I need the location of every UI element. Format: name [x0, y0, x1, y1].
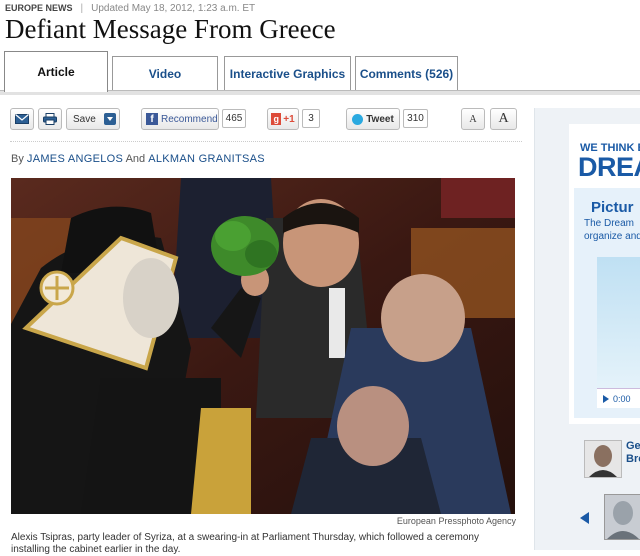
section-label[interactable]: EUROPE NEWS [5, 3, 73, 13]
recommend-label: Recommend [161, 113, 218, 125]
author-link[interactable]: ALKMAN GRANITSAS [148, 153, 265, 165]
recommend-count: 465 [222, 109, 246, 128]
font-increase-button[interactable]: A [490, 108, 517, 130]
person-name-line1: Ge [626, 440, 640, 452]
ad-text-line2: DREA [578, 152, 640, 182]
byline-conjunction: And [125, 153, 146, 165]
google-plus-button[interactable]: g +1 [267, 108, 299, 130]
font-decrease-button[interactable]: A [461, 108, 485, 130]
byline-divider [10, 141, 522, 142]
article-photo [11, 178, 515, 514]
tab-interactive-graphics[interactable]: Interactive Graphics [224, 56, 351, 90]
print-button[interactable] [38, 108, 62, 130]
updated-timestamp: Updated May 18, 2012, 1:23 a.m. ET [91, 3, 256, 14]
person-name-line2: Bro [626, 453, 640, 465]
tab-video[interactable]: Video [112, 56, 218, 90]
advertisement[interactable]: WE THINK BE DREA Pictur The Dream organi… [569, 124, 640, 424]
share-toolbar: Save f Recommend 465 g +1 3 Tweet 310 A … [10, 108, 520, 130]
ad-text-line5: organize and [584, 231, 640, 242]
ad-video-time: 0:00 [613, 393, 631, 404]
article-meta: EUROPE NEWS | Updated May 18, 2012, 1:23 a… [5, 3, 255, 14]
chevron-down-icon [104, 113, 116, 125]
envelope-icon [15, 114, 29, 124]
printer-icon [43, 113, 57, 125]
google-icon: g [271, 113, 282, 125]
save-label: Save [73, 113, 96, 125]
sidebar-person-name[interactable]: Ge Bro [626, 440, 640, 466]
article-headline: Defiant Message From Greece [5, 14, 336, 44]
facebook-recommend-button[interactable]: f Recommend [141, 108, 219, 130]
photo-caption: Alexis Tsipras, party leader of Syriza, … [11, 532, 479, 555]
email-button[interactable] [10, 108, 34, 130]
gplus-count: 3 [302, 109, 320, 128]
ad-video[interactable] [597, 257, 640, 407]
twitter-bird-icon [352, 113, 364, 125]
author-avatar[interactable] [584, 440, 622, 478]
ad-video-controls[interactable]: 0:00 [597, 388, 640, 408]
byline-prefix: By [11, 153, 24, 165]
save-button[interactable]: Save [66, 108, 120, 130]
article-tabs: Article Video Interactive Graphics Comme… [0, 51, 640, 96]
ceremony-photo-illustration [11, 178, 515, 514]
ad-text-line4: The Dream [584, 218, 635, 229]
ad-text-line3: Pictur [591, 199, 634, 216]
facebook-icon: f [146, 113, 158, 125]
thumbnail-image [605, 495, 640, 539]
tweet-button[interactable]: Tweet [346, 108, 400, 130]
tweet-count: 310 [403, 109, 428, 128]
carousel-thumbnail[interactable] [604, 494, 640, 540]
photo-credit: European Pressphoto Agency [396, 516, 516, 526]
person-photo [585, 441, 621, 477]
author-link[interactable]: JAMES ANGELOS [27, 153, 123, 165]
meta-divider: | [80, 3, 84, 14]
byline: By JAMES ANGELOS And ALKMAN GRANITSAS [11, 153, 265, 165]
gplus-label: +1 [283, 113, 295, 125]
tab-article[interactable]: Article [4, 51, 108, 92]
play-icon[interactable] [603, 394, 609, 403]
carousel-prev-icon[interactable] [580, 512, 589, 524]
tab-comments[interactable]: Comments (526) [355, 56, 458, 90]
tweet-label: Tweet [366, 113, 394, 125]
